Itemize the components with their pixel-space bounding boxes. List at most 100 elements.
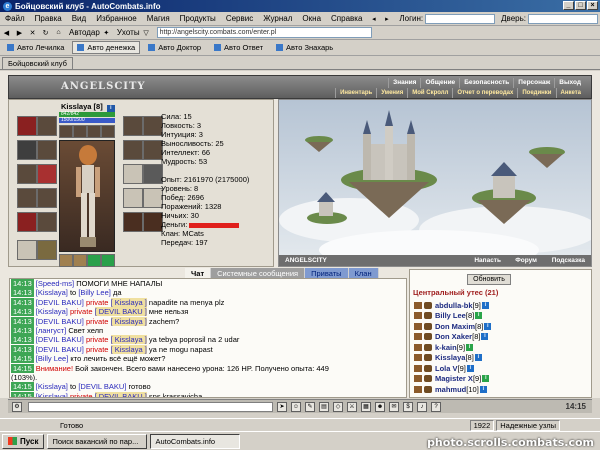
amulet-slot[interactable] — [37, 140, 57, 160]
scroll-slot-4[interactable] — [123, 188, 143, 208]
user-name[interactable]: Don Xaker — [435, 332, 472, 341]
sword-slot[interactable] — [143, 164, 163, 184]
scroll-slot-2[interactable] — [143, 140, 163, 160]
scroll-slot-5[interactable] — [143, 188, 163, 208]
chat-nick[interactable]: [лангуст] — [36, 326, 66, 335]
hint-link[interactable]: Подсказка — [552, 257, 585, 264]
task-search-jobs[interactable]: Поиск вакансий по пар... — [47, 433, 148, 449]
start-button[interactable]: Пуск — [2, 433, 45, 449]
chat-nick[interactable]: [DEVIL BAKU] — [36, 345, 84, 354]
auto-healer-button[interactable]: Авто Знахарь — [271, 41, 338, 54]
user-row[interactable]: Don Maxim [8] i — [414, 321, 492, 331]
chat-nick[interactable]: [Billy Lee] — [78, 288, 111, 297]
user-row[interactable]: abdulla-bk [9] i — [414, 300, 489, 310]
private-message-icon[interactable] — [414, 354, 422, 361]
back-icon[interactable]: ◀ — [1, 28, 12, 38]
chat-nick[interactable]: [ Kisslaya ] — [110, 297, 147, 307]
empty-slot[interactable] — [17, 240, 37, 260]
nav-character[interactable]: Персонаж — [513, 78, 554, 88]
helmet-slot[interactable] — [17, 116, 37, 136]
user-info-icon[interactable]: i — [475, 312, 483, 319]
menu-file[interactable]: Файл — [0, 14, 30, 23]
chat-nick[interactable]: [ DEVIL BAKU ] — [94, 391, 147, 397]
private-message-icon[interactable] — [414, 364, 422, 372]
friends-icon[interactable]: ☻ — [375, 401, 385, 412]
inventory-icon[interactable]: ▦ — [361, 401, 371, 412]
ring-slot-3[interactable] — [87, 125, 101, 138]
user-row[interactable]: k-kain [9] i — [414, 342, 474, 352]
menu-edit[interactable]: Правка — [30, 14, 67, 23]
stop-icon[interactable]: ✕ — [27, 28, 38, 38]
user-row[interactable]: Don Xaker [8] i — [414, 332, 489, 342]
user-row[interactable]: Kisslaya [8] i — [414, 353, 482, 363]
chat-nick[interactable]: [Kisslaya] — [36, 382, 68, 391]
armor-slot[interactable] — [17, 164, 37, 184]
private-message-icon[interactable] — [414, 301, 422, 309]
login-input[interactable] — [425, 13, 496, 24]
user-name[interactable]: Don Maxim — [435, 322, 475, 331]
chat-nick[interactable]: [Billy Lee] — [36, 354, 69, 363]
ring-slot-1[interactable] — [59, 125, 73, 138]
back-arrow-icon[interactable]: ◂ — [368, 14, 379, 24]
pants-slot[interactable] — [37, 212, 57, 232]
user-name[interactable]: Billy Lee — [435, 311, 466, 320]
fight-icon[interactable]: ⚔ — [347, 401, 357, 412]
menu-journal[interactable]: Журнал — [258, 14, 297, 23]
pocket-slot-4[interactable] — [101, 254, 115, 267]
user-name[interactable]: Kisslaya — [435, 353, 465, 362]
forward-arrow-icon[interactable]: ▸ — [381, 14, 392, 24]
menu-magic[interactable]: Магия — [142, 14, 175, 23]
gloves-slot[interactable] — [37, 188, 57, 208]
user-name[interactable]: Magister X — [435, 374, 473, 383]
pocket-slot-2[interactable] — [73, 254, 87, 267]
user-name[interactable]: mahmud — [435, 385, 466, 394]
task-autocombats[interactable]: AutoCombats.info — [150, 433, 241, 449]
autodar-button[interactable]: Автодар — [69, 28, 100, 37]
chat-settings-icon[interactable]: ⚙ — [12, 401, 22, 412]
menu-view[interactable]: Вид — [67, 14, 91, 23]
greaves-slot[interactable] — [143, 212, 163, 232]
user-info-icon[interactable]: i — [481, 333, 489, 340]
ring-slot-4[interactable] — [101, 125, 115, 138]
earring-slot[interactable] — [37, 116, 57, 136]
nav-duels[interactable]: Поединки — [517, 88, 555, 98]
chat-nick[interactable]: [ Kisslaya ] — [110, 316, 147, 326]
nav-communication[interactable]: Общение — [420, 78, 459, 88]
menu-service[interactable]: Сервис — [221, 14, 258, 23]
trade-icon[interactable]: $ — [403, 401, 413, 412]
uhoty-button[interactable]: Уxоты — [117, 28, 140, 37]
send-icon[interactable]: ➤ — [277, 401, 287, 412]
user-row[interactable]: Lola V [9] i — [414, 363, 474, 373]
filter-icon[interactable]: ▽ — [141, 28, 152, 38]
refresh-icon[interactable]: ↻ — [40, 28, 51, 38]
chat-nick[interactable]: [DEVIL BAKU] — [78, 382, 126, 391]
forum-link[interactable]: Форум — [515, 257, 537, 264]
forward-icon[interactable]: ▶ — [14, 28, 25, 38]
clear-icon[interactable]: ✎ — [305, 401, 315, 412]
user-info-icon[interactable]: i — [479, 385, 487, 393]
nav-security[interactable]: Безопасность — [459, 78, 513, 88]
chat-nick[interactable]: [Kisslaya] — [36, 392, 68, 397]
menu-products[interactable]: Продукты — [175, 14, 221, 23]
user-info-icon[interactable]: i — [481, 301, 489, 309]
nav-profile[interactable]: Анкета — [555, 88, 586, 98]
private-message-icon[interactable] — [414, 333, 422, 340]
user-row[interactable]: mahmud [10] i — [414, 384, 487, 394]
scroll-slot-1[interactable] — [123, 140, 143, 160]
bracer-slot[interactable] — [17, 188, 37, 208]
minimize-button[interactable]: _ — [563, 1, 574, 10]
private-message-icon[interactable] — [414, 375, 422, 382]
refresh-button[interactable]: Обновить — [467, 274, 511, 285]
chat-nick[interactable]: [DEVIL BAKU] — [36, 317, 84, 326]
address-input[interactable]: http://angelscity.combats.com/enter.pl — [156, 27, 372, 38]
chat-nick[interactable]: [Speed-ms] — [36, 279, 74, 288]
scroll-slot-3[interactable] — [123, 164, 143, 184]
user-info-icon[interactable]: i — [474, 354, 482, 361]
user-info-icon[interactable]: i — [482, 375, 490, 382]
tab-fight-club[interactable]: Бойцовский клуб — [2, 57, 73, 69]
nav-transfer-report[interactable]: Отчет о переводах — [452, 88, 517, 98]
pocket-slot-3[interactable] — [87, 254, 101, 267]
sound-icon[interactable]: ♪ — [417, 401, 427, 412]
help-icon[interactable]: ? — [431, 401, 441, 412]
gift-icon[interactable]: ✦ — [101, 28, 112, 38]
